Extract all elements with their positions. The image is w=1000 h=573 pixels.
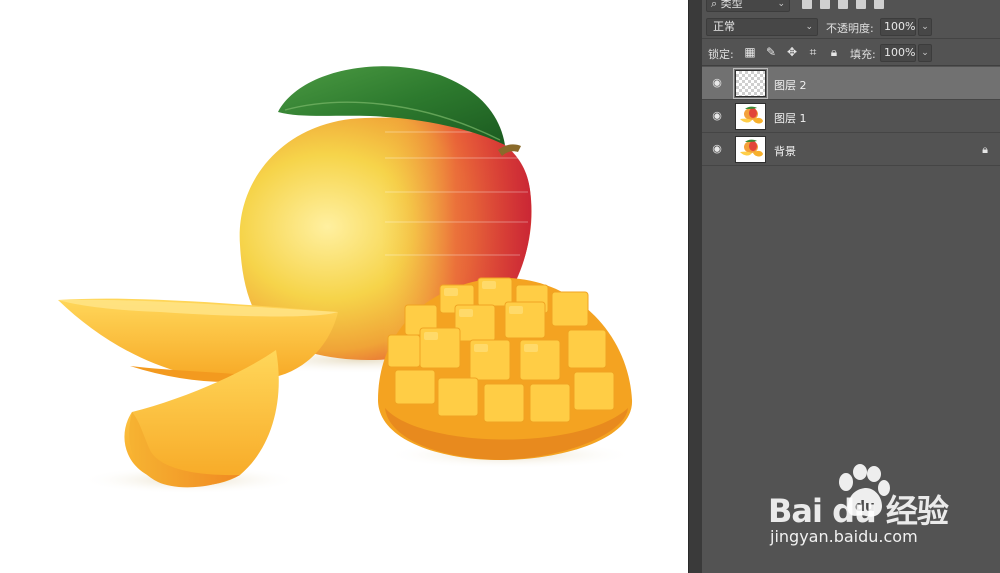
eye-icon[interactable]: ◉ xyxy=(710,110,724,122)
fill-input[interactable]: 100% xyxy=(880,44,916,62)
document-canvas[interactable] xyxy=(0,0,688,573)
lock-artboard-icon[interactable]: ⌗ xyxy=(807,46,819,59)
fill-dropdown-button[interactable]: ⌄ xyxy=(918,44,932,62)
layer-thumbnail xyxy=(733,68,768,99)
opacity-label: 不透明度: xyxy=(826,22,874,35)
opacity-input[interactable]: 100% xyxy=(880,18,916,36)
type-icon[interactable] xyxy=(838,0,848,9)
lock-transparent-pixels-icon[interactable]: ▦ xyxy=(744,46,756,59)
lock-icon[interactable]: 🔒︎ xyxy=(982,143,988,157)
eye-icon[interactable]: ◉ xyxy=(710,77,724,89)
layer-row-layer-1[interactable]: ◉ 图层 1 xyxy=(702,100,1000,133)
image-icon[interactable] xyxy=(802,0,812,9)
lock-label: 锁定: xyxy=(708,48,734,61)
filter-kind-select[interactable]: ⌕ 类型 ⌄ xyxy=(706,0,790,12)
panel-divider[interactable] xyxy=(688,0,702,573)
layer-thumbnail xyxy=(735,103,766,130)
lock-all-icon[interactable]: 🔒︎ xyxy=(828,46,840,59)
layer-row-layer-2[interactable]: ◉ 图层 2 xyxy=(702,67,1000,100)
lock-image-pixels-icon[interactable]: ✎ xyxy=(765,46,777,59)
layer-row-background[interactable]: ◉ 背景 🔒︎ xyxy=(702,133,1000,166)
search-icon: ⌕ xyxy=(711,0,721,10)
adjustment-icon[interactable] xyxy=(820,0,830,9)
layer-name: 图层 2 xyxy=(774,79,807,92)
shape-icon[interactable] xyxy=(856,0,866,9)
watermark-url: jingyan.baidu.com xyxy=(770,527,918,546)
eye-icon[interactable]: ◉ xyxy=(710,143,724,155)
chevron-down-icon: ⌄ xyxy=(805,22,813,32)
lock-position-icon[interactable]: ✥ xyxy=(786,46,798,59)
smart-object-icon[interactable] xyxy=(874,0,884,9)
fill-label: 填充: xyxy=(850,48,876,61)
blend-mode-select[interactable]: 正常 ⌄ xyxy=(706,18,818,36)
mango-artwork xyxy=(58,66,635,494)
blend-options-bar: 正常 ⌄ 不透明度: 100% ⌄ xyxy=(702,15,1000,39)
chevron-down-icon: ⌄ xyxy=(777,0,785,9)
lock-options-bar: 锁定: ▦ ✎ ✥ ⌗ 🔒︎ 填充: 100% ⌄ xyxy=(702,40,1000,66)
layer-thumbnail xyxy=(735,136,766,163)
opacity-dropdown-button[interactable]: ⌄ xyxy=(918,18,932,36)
watermark-brand: Bai du 经验 xyxy=(768,492,949,530)
layer-name: 图层 1 xyxy=(774,112,807,125)
layer-filter-bar: ⌕ 类型 ⌄ xyxy=(702,0,1000,14)
baidu-jingyan-watermark: du Bai du 经验 jingyan.baidu.com xyxy=(768,464,968,554)
layer-name: 背景 xyxy=(774,145,796,158)
